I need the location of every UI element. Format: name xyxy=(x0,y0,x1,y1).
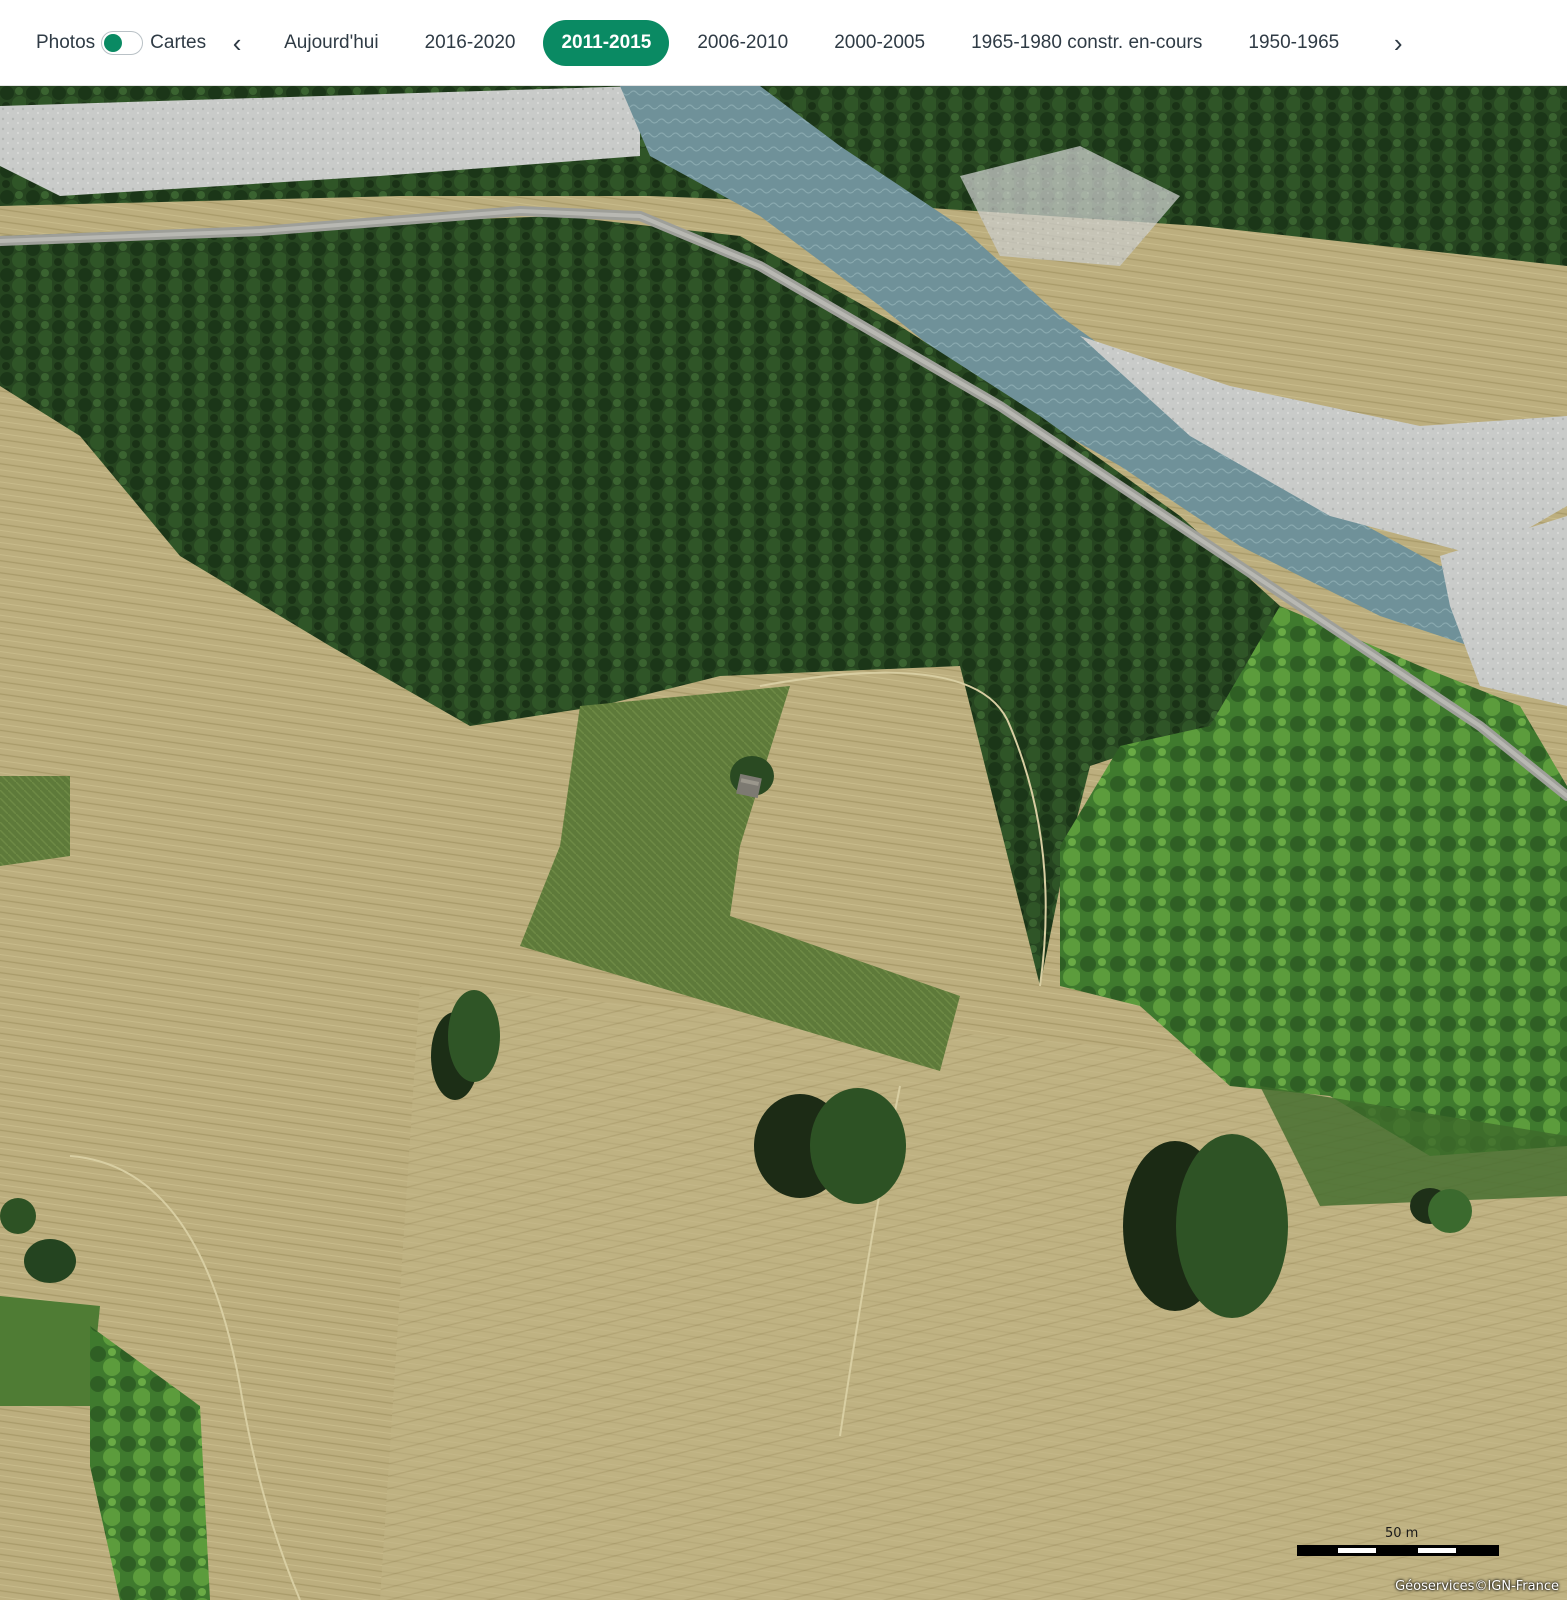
aerial-photo xyxy=(0,86,1567,1600)
period-aujourdhui[interactable]: Aujourd'hui xyxy=(266,20,396,66)
toggle-knob xyxy=(104,33,123,52)
period-1950-1965[interactable]: 1950-1965 xyxy=(1230,20,1357,66)
scale-segment xyxy=(1338,1548,1376,1553)
map-attribution: Géoservices©IGN-France xyxy=(1395,1579,1559,1594)
period-2000-2005[interactable]: 2000-2005 xyxy=(816,20,943,66)
period-2011-2015[interactable]: 2011-2015 xyxy=(543,19,670,66)
period-toolbar: Photos Cartes ‹ Aujourd'hui 2016-2020 20… xyxy=(0,0,1567,86)
scale-ruler xyxy=(1297,1545,1499,1556)
period-2016-2020[interactable]: 2016-2020 xyxy=(407,20,534,66)
chevron-right-icon[interactable]: › xyxy=(1383,30,1413,56)
period-2006-2010[interactable]: 2006-2010 xyxy=(679,20,806,66)
photos-cartes-toggle[interactable] xyxy=(101,30,144,55)
scale-bar: 50 m xyxy=(1297,1526,1499,1566)
chevron-left-icon[interactable]: ‹ xyxy=(222,30,252,56)
scale-label: 50 m xyxy=(1385,1526,1419,1541)
scale-segment xyxy=(1418,1548,1456,1553)
period-1965-1980[interactable]: 1965-1980 constr. en-cours xyxy=(953,20,1220,66)
aerial-map[interactable]: 50 m Géoservices©IGN-France xyxy=(0,86,1567,1600)
photos-label[interactable]: Photos xyxy=(36,32,95,54)
cartes-label[interactable]: Cartes xyxy=(150,32,206,54)
